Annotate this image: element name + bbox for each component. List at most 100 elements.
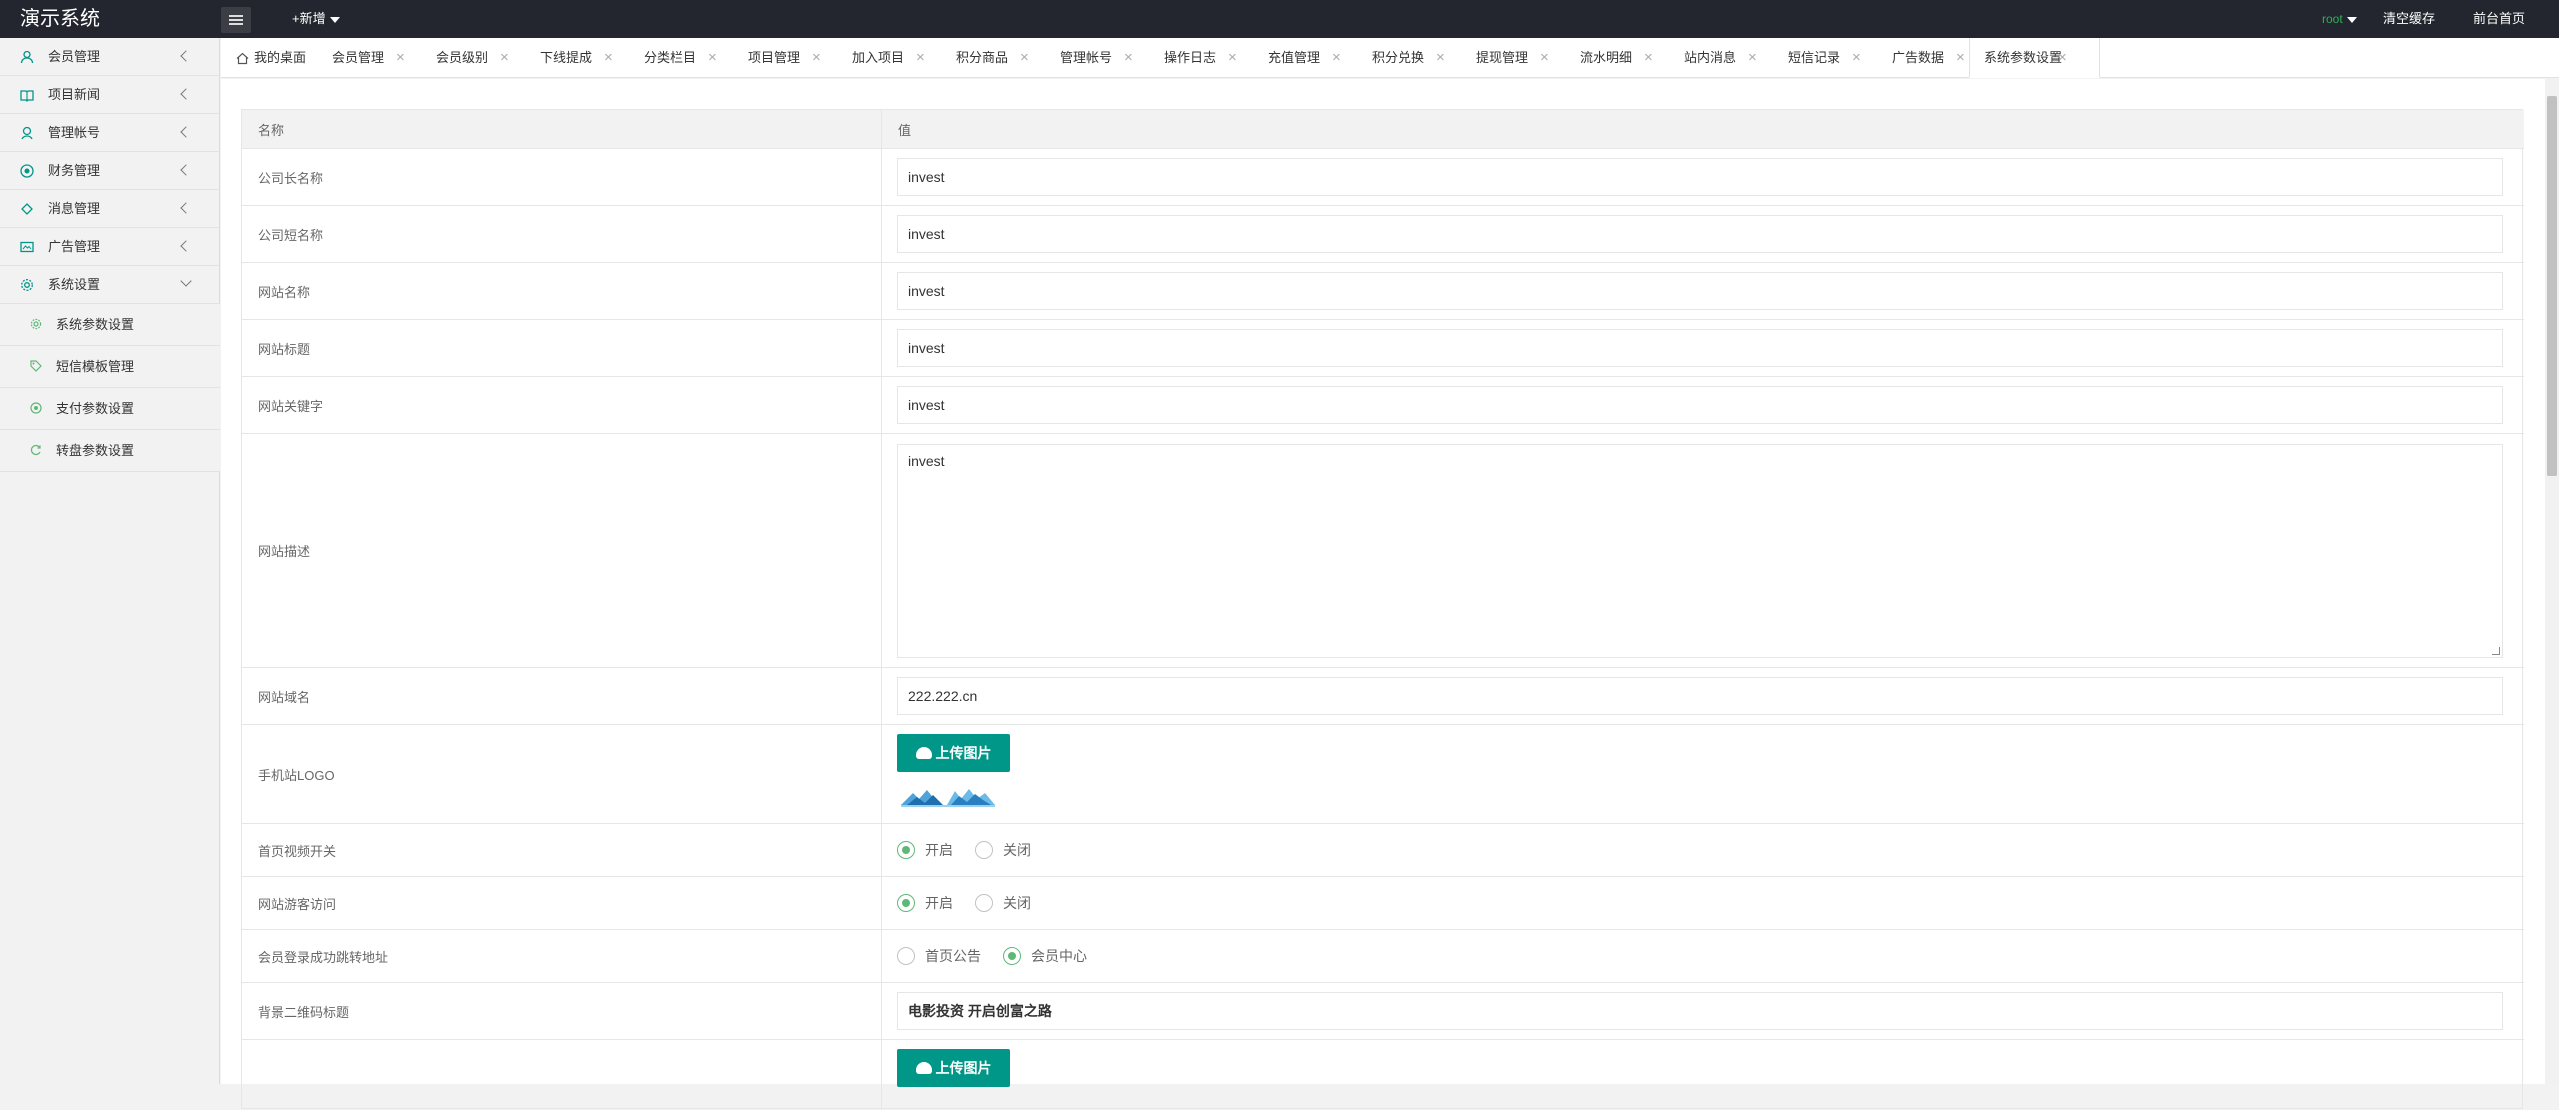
close-icon[interactable]: ×	[1748, 38, 1757, 78]
sidebar-subitem-label: 短信模板管理	[56, 359, 135, 374]
sidebar-item-news[interactable]: 项目新闻	[0, 76, 220, 114]
tab-item[interactable]: 站内消息 ×	[1684, 38, 1784, 78]
resize-grip-icon[interactable]	[2492, 647, 2500, 655]
radio-member-center[interactable]: 会员中心	[1003, 946, 1087, 966]
close-icon[interactable]: ×	[1540, 38, 1549, 78]
cloud-upload-icon	[915, 1062, 932, 1075]
site-name-input[interactable]: invest	[897, 272, 2503, 310]
vertical-scrollbar[interactable]	[2545, 79, 2559, 1084]
upload-label: 上传图片	[935, 745, 992, 761]
sidebar-item-ads[interactable]: 广告管理	[0, 228, 220, 266]
cloud-upload-icon	[915, 747, 932, 760]
chevron-left-icon	[180, 88, 192, 100]
tab-item[interactable]: 项目管理 ×	[748, 38, 848, 78]
sidebar-item-finance[interactable]: 财务管理	[0, 152, 220, 190]
finance-icon	[20, 164, 34, 178]
sidebar-item-admin[interactable]: 管理帐号	[0, 114, 220, 152]
close-icon[interactable]: ×	[1020, 38, 1029, 78]
qr-title-input[interactable]: 电影投资 开启创富之路	[897, 992, 2503, 1030]
close-icon[interactable]: ×	[2058, 38, 2067, 78]
close-icon[interactable]: ×	[1852, 38, 1861, 78]
row-label: 手机站LOGO	[242, 725, 882, 823]
sidebar-subitem-sms-templates[interactable]: 短信模板管理	[0, 346, 220, 388]
frontend-home-link[interactable]: 前台首页	[2473, 0, 2525, 38]
tab-item[interactable]: 分类栏目 ×	[644, 38, 744, 78]
header-value: 值	[898, 122, 912, 138]
sidebar: 会员管理 项目新闻 管理帐号 财务管理 消息管理 广告管理 系统设置 系统参数设…	[0, 38, 220, 1084]
sidebar-item-system-settings[interactable]: 系统设置	[0, 266, 220, 304]
tab-label: 充值管理	[1268, 50, 1321, 65]
user-menu[interactable]: root	[2322, 0, 2357, 38]
tab-label: 短信记录	[1788, 50, 1841, 65]
upload-logo-button[interactable]: 上传图片	[897, 734, 1010, 772]
sidebar-subitem-wheel-params[interactable]: 转盘参数设置	[0, 430, 220, 472]
close-icon[interactable]: ×	[1644, 38, 1653, 78]
scrollbar-thumb[interactable]	[2547, 96, 2557, 476]
app-title: 演示系统	[20, 8, 100, 30]
radio-on[interactable]: 开启	[897, 893, 953, 913]
tab-home[interactable]: 我的桌面	[236, 38, 306, 78]
tab-label: 操作日志	[1164, 50, 1217, 65]
close-icon[interactable]: ×	[1956, 38, 1965, 78]
tab-item[interactable]: 会员级别 ×	[436, 38, 536, 78]
tab-item[interactable]: 充值管理 ×	[1268, 38, 1368, 78]
close-icon[interactable]: ×	[1228, 38, 1237, 78]
upload-qr-bg-button[interactable]: 上传图片	[897, 1049, 1010, 1087]
radio-on[interactable]: 开启	[897, 840, 953, 860]
radio-label: 关闭	[1003, 842, 1031, 858]
admin-icon	[21, 126, 33, 140]
radio-home-notice[interactable]: 首页公告	[897, 946, 981, 966]
row-label: 背景二维码标题	[242, 983, 882, 1039]
radio-unchecked-icon	[897, 947, 915, 965]
close-icon[interactable]: ×	[916, 38, 925, 78]
close-icon[interactable]: ×	[1436, 38, 1445, 78]
tab-item[interactable]: 会员管理 ×	[332, 38, 432, 78]
close-icon[interactable]: ×	[708, 38, 717, 78]
tab-item[interactable]: 提现管理 ×	[1476, 38, 1576, 78]
home-icon	[236, 52, 249, 64]
tab-item[interactable]: 积分商品 ×	[956, 38, 1056, 78]
sidebar-subitem-label: 支付参数设置	[56, 401, 135, 416]
tab-item[interactable]: 短信记录 ×	[1788, 38, 1888, 78]
hamburger-icon	[229, 15, 243, 25]
tab-label: 广告数据	[1892, 50, 1945, 65]
tab-item[interactable]: 积分兑换 ×	[1372, 38, 1472, 78]
tab-item[interactable]: 流水明细 ×	[1580, 38, 1680, 78]
site-title-input[interactable]: invest	[897, 329, 2503, 367]
sidebar-item-members[interactable]: 会员管理	[0, 38, 220, 76]
company-short-name-input[interactable]: invest	[897, 215, 2503, 253]
caret-down-icon	[329, 16, 340, 23]
close-icon[interactable]: ×	[500, 38, 509, 78]
sidebar-subitem-system-params[interactable]: 系统参数设置	[0, 304, 220, 346]
site-keywords-input[interactable]: invest	[897, 386, 2503, 424]
tab-item[interactable]: 操作日志 ×	[1164, 38, 1264, 78]
company-long-name-input[interactable]: invest	[897, 158, 2503, 196]
sidebar-item-messages[interactable]: 消息管理	[0, 190, 220, 228]
tab-item[interactable]: 加入项目 ×	[852, 38, 952, 78]
radio-checked-icon	[1003, 947, 1021, 965]
tab-item[interactable]: 管理帐号 ×	[1060, 38, 1160, 78]
clear-cache-link[interactable]: 清空缓存	[2383, 0, 2435, 38]
close-icon[interactable]: ×	[396, 38, 405, 78]
row-label: 网站游客访问	[242, 877, 882, 929]
menu-toggle-button[interactable]	[221, 7, 251, 33]
site-domain-input[interactable]: 222.222.cn	[897, 677, 2503, 715]
table-row: 网站标题 invest	[242, 320, 2524, 377]
table-row: 手机站LOGO 上传图片	[242, 725, 2524, 824]
new-dropdown-button[interactable]: +新增	[292, 0, 340, 38]
close-icon[interactable]: ×	[812, 38, 821, 78]
radio-off[interactable]: 关闭	[975, 893, 1031, 913]
sidebar-subitem-payment-params[interactable]: 支付参数设置	[0, 388, 220, 430]
chevron-left-icon	[180, 240, 192, 252]
close-icon[interactable]: ×	[604, 38, 613, 78]
tab-item[interactable]: 下线提成 ×	[540, 38, 640, 78]
close-icon[interactable]: ×	[1124, 38, 1133, 78]
radio-label: 首页公告	[925, 948, 981, 964]
row-label: 网站名称	[242, 263, 882, 319]
tab-item[interactable]: 系统参数设置 ×	[1969, 38, 2100, 78]
caret-down-icon	[2346, 16, 2357, 23]
close-icon[interactable]: ×	[1332, 38, 1341, 78]
site-description-textarea[interactable]: invest	[897, 444, 2503, 658]
radio-off[interactable]: 关闭	[975, 840, 1031, 860]
row-label: 公司长名称	[242, 149, 882, 205]
